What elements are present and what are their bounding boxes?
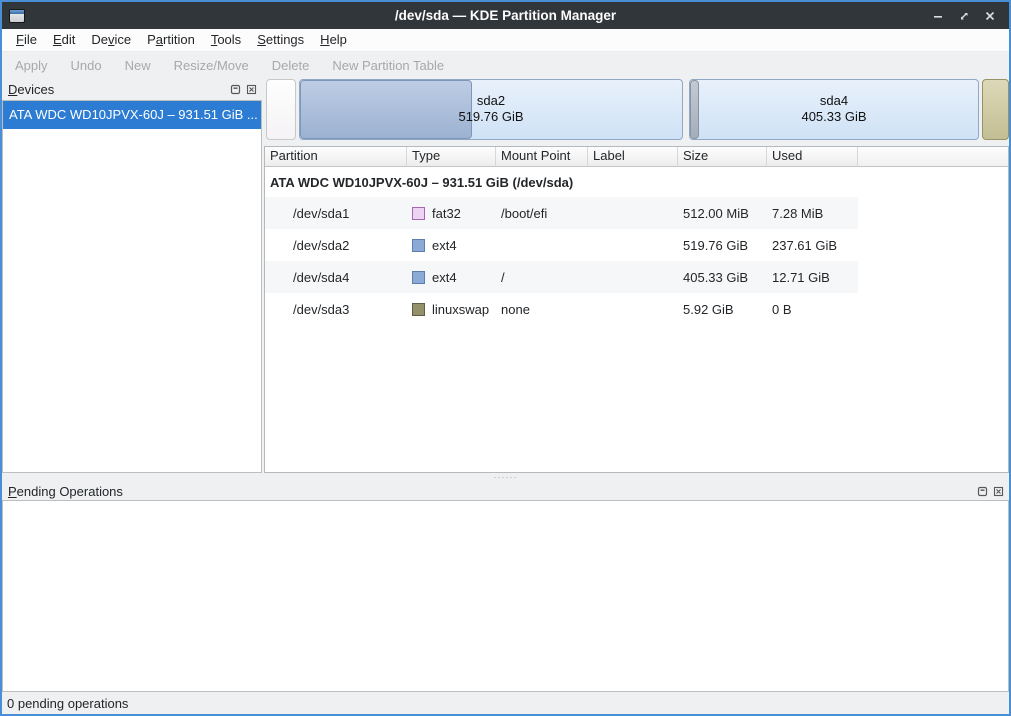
cell-mount-point: none	[496, 302, 588, 317]
device-group-row[interactable]: ATA WDC WD10JPVX-60J – 931.51 GiB (/dev/…	[265, 167, 1008, 197]
titlebar[interactable]: /dev/sda — KDE Partition Manager	[2, 2, 1009, 29]
minimize-button[interactable]	[931, 9, 945, 23]
menubar: File Edit Device Partition Tools Setting…	[2, 29, 1009, 52]
cell-used: 7.28 MiB	[767, 206, 858, 221]
table-row[interactable]: /dev/sda2 ext4 519.76 GiB 237.61 GiB	[265, 229, 858, 261]
menu-edit[interactable]: Edit	[45, 29, 83, 51]
menu-tools[interactable]: Tools	[203, 29, 249, 51]
main-area: Devices ATA WDC WD10JPVX-60J – 931.51 Gi…	[2, 78, 1009, 473]
pending-operations-titlebar: Pending Operations	[2, 482, 1009, 500]
table-row[interactable]: /dev/sda1 fat32 /boot/efi 512.00 MiB 7.2…	[265, 197, 858, 229]
column-header-partition[interactable]: Partition	[265, 147, 407, 167]
cell-type: ext4	[407, 238, 496, 253]
column-header-type[interactable]: Type	[407, 147, 496, 167]
horizontal-splitter[interactable]: ······	[2, 473, 1009, 482]
menu-help[interactable]: Help	[312, 29, 355, 51]
menu-file[interactable]: File	[8, 29, 45, 51]
pending-close-icon[interactable]	[992, 485, 1005, 498]
resize-move-button[interactable]: Resize/Move	[174, 58, 249, 73]
partition-segment-sda3[interactable]	[982, 79, 1009, 140]
fat32-color-swatch	[412, 207, 425, 220]
cell-size: 405.33 GiB	[678, 270, 767, 285]
device-item-selected[interactable]: ATA WDC WD10JPVX-60J – 931.51 GiB ...	[3, 101, 261, 129]
maximize-button[interactable]	[957, 9, 971, 23]
ext4-color-swatch	[412, 239, 425, 252]
close-button[interactable]	[983, 9, 997, 23]
devices-panel: Devices ATA WDC WD10JPVX-60J – 931.51 Gi…	[2, 78, 262, 473]
cell-size: 512.00 MiB	[678, 206, 767, 221]
column-header-size[interactable]: Size	[678, 147, 767, 167]
column-header-used[interactable]: Used	[767, 147, 858, 167]
apply-button[interactable]: Apply	[15, 58, 48, 73]
pending-float-icon[interactable]	[976, 485, 989, 498]
kde-partition-manager-window: /dev/sda — KDE Partition Manager File Ed…	[0, 0, 1011, 716]
cell-used: 0 B	[767, 302, 858, 317]
cell-type: fat32	[407, 206, 496, 221]
cell-mount-point: /boot/efi	[496, 206, 588, 221]
cell-used: 237.61 GiB	[767, 238, 858, 253]
devices-panel-titlebar: Devices	[2, 78, 262, 100]
column-header-filler	[858, 147, 1008, 167]
column-header-mount-point[interactable]: Mount Point	[496, 147, 588, 167]
cell-partition: /dev/sda4	[265, 270, 407, 285]
table-row[interactable]: /dev/sda3 linuxswap none 5.92 GiB 0 B	[265, 293, 858, 325]
partition-segment-sda1[interactable]	[266, 79, 296, 140]
cell-partition: /dev/sda3	[265, 302, 407, 317]
linuxswap-color-swatch	[412, 303, 425, 316]
partition-segment-sda4[interactable]: sda4 405.33 GiB	[689, 79, 979, 140]
cell-mount-point: /	[496, 270, 588, 285]
device-view: sda2 519.76 GiB sda4 405.33 GiB Partitio…	[264, 78, 1009, 473]
new-partition-table-button[interactable]: New Partition Table	[332, 58, 444, 73]
menu-partition[interactable]: Partition	[139, 29, 203, 51]
cell-partition: /dev/sda1	[265, 206, 407, 221]
devices-list: ATA WDC WD10JPVX-60J – 931.51 GiB ...	[2, 100, 262, 473]
splitter-handle-icon: ······	[494, 474, 518, 480]
cell-type: linuxswap	[407, 302, 496, 317]
menu-device[interactable]: Device	[83, 29, 139, 51]
sda2-label: sda2 519.76 GiB	[300, 93, 682, 127]
delete-button[interactable]: Delete	[272, 58, 310, 73]
devices-float-icon[interactable]	[229, 83, 242, 96]
sda4-label: sda4 405.33 GiB	[690, 93, 978, 127]
cell-type: ext4	[407, 270, 496, 285]
table-row[interactable]: /dev/sda4 ext4 / 405.33 GiB 12.71 GiB	[265, 261, 858, 293]
menu-settings[interactable]: Settings	[249, 29, 312, 51]
toolbar: Apply Undo New Resize/Move Delete New Pa…	[2, 52, 1009, 78]
table-header: Partition Type Mount Point Label Size Us…	[265, 147, 1008, 167]
pending-operations-count: 0 pending operations	[7, 696, 128, 711]
devices-close-icon[interactable]	[245, 83, 258, 96]
ext4-color-swatch	[412, 271, 425, 284]
cell-size: 519.76 GiB	[678, 238, 767, 253]
pending-operations-list	[2, 500, 1009, 692]
window-title: /dev/sda — KDE Partition Manager	[2, 8, 1009, 23]
new-button[interactable]: New	[125, 58, 151, 73]
statusbar: 0 pending operations	[2, 692, 1009, 714]
column-header-label[interactable]: Label	[588, 147, 678, 167]
pending-operations-title: Pending Operations	[8, 484, 123, 499]
devices-panel-title: Devices	[8, 82, 54, 97]
partition-table: Partition Type Mount Point Label Size Us…	[264, 146, 1009, 473]
cell-size: 5.92 GiB	[678, 302, 767, 317]
cell-partition: /dev/sda2	[265, 238, 407, 253]
partition-bar: sda2 519.76 GiB sda4 405.33 GiB	[266, 79, 1009, 140]
cell-used: 12.71 GiB	[767, 270, 858, 285]
undo-button[interactable]: Undo	[71, 58, 102, 73]
partition-segment-sda2[interactable]: sda2 519.76 GiB	[299, 79, 683, 140]
